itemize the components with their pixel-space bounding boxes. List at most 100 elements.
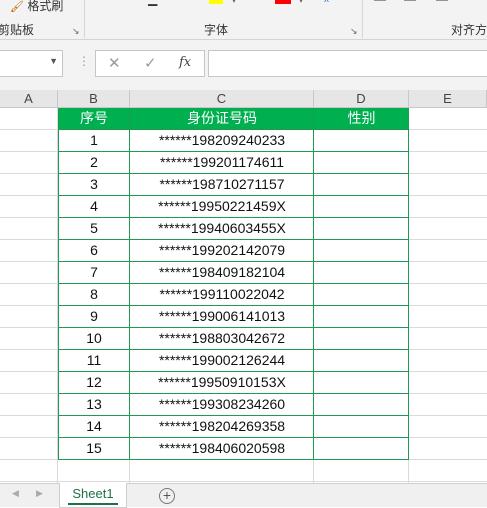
- cell-no[interactable]: 6: [58, 240, 130, 262]
- table-border-horizontal: [58, 217, 409, 218]
- close-icon[interactable]: ✕: [108, 54, 121, 72]
- align-middle-icon[interactable]: —: [404, 0, 416, 6]
- cell-no[interactable]: 14: [58, 416, 130, 438]
- table-border-horizontal: [58, 173, 409, 174]
- column-header-a[interactable]: A: [0, 90, 58, 108]
- header-cell-gender[interactable]: 性别: [314, 108, 409, 130]
- cell-id[interactable]: ******198406020598: [130, 438, 314, 460]
- formula-buttons: ✕ ✓ fx: [95, 50, 205, 77]
- cell-id[interactable]: ******198204269358: [130, 416, 314, 438]
- cell-gender[interactable]: [314, 284, 409, 306]
- cell-gender[interactable]: [314, 350, 409, 372]
- font-group-label: 字体: [204, 23, 229, 37]
- cell-gender[interactable]: [314, 218, 409, 240]
- sheet-tab-label: Sheet1: [72, 486, 114, 501]
- phonetic-icon[interactable]: x: [324, 0, 329, 5]
- insert-function-button[interactable]: fx: [179, 55, 191, 70]
- chevron-down-icon[interactable]: ▼: [49, 56, 58, 66]
- format-painter-button[interactable]: 🖌 格式刷: [10, 0, 63, 14]
- worksheet-grid[interactable]: ABCDE 序号 身份证号码 性别 1 ******198209240233 2 *****…: [0, 90, 487, 483]
- cell-id[interactable]: ******199308234260: [130, 394, 314, 416]
- name-box[interactable]: ▼: [0, 50, 63, 77]
- highlight-color-swatch[interactable]: [209, 0, 223, 4]
- table-border-horizontal: [58, 151, 409, 152]
- cell-gender[interactable]: [314, 328, 409, 350]
- table-border-vertical: [313, 108, 314, 460]
- font-bold-border-icon[interactable]: ▁: [148, 0, 157, 6]
- table-border-horizontal: [58, 349, 409, 350]
- cell-id[interactable]: ******198409182104: [130, 262, 314, 284]
- align-top-icon[interactable]: —: [374, 0, 386, 6]
- cell-gender[interactable]: [314, 196, 409, 218]
- cell-no[interactable]: 1: [58, 130, 130, 152]
- cell-gender[interactable]: [314, 438, 409, 460]
- cell-gender[interactable]: [314, 174, 409, 196]
- cell-gender[interactable]: [314, 416, 409, 438]
- cell-id[interactable]: ******199002126244: [130, 350, 314, 372]
- column-header-d[interactable]: D: [314, 90, 409, 108]
- header-cell-id[interactable]: 身份证号码: [130, 108, 314, 130]
- table-border-horizontal: [58, 305, 409, 306]
- column-header-e[interactable]: E: [409, 90, 487, 108]
- table-border-horizontal: [58, 437, 409, 438]
- align-bottom-icon[interactable]: —: [436, 0, 448, 6]
- cell-id[interactable]: ******198710271157: [130, 174, 314, 196]
- cell-gender[interactable]: [314, 152, 409, 174]
- cell-id[interactable]: ******199202142079: [130, 240, 314, 262]
- font-color-dropdown-icon[interactable]: ▾: [232, 0, 236, 5]
- cell-no[interactable]: 9: [58, 306, 130, 328]
- formula-input[interactable]: [208, 50, 487, 77]
- fx-icon: fx: [179, 55, 192, 70]
- cell-id[interactable]: ******19950221459X: [130, 196, 314, 218]
- column-header-c[interactable]: C: [130, 90, 314, 108]
- scroll-left-icon[interactable]: ◀: [12, 488, 19, 499]
- format-painter-label: 格式刷: [27, 0, 64, 13]
- cell-no[interactable]: 13: [58, 394, 130, 416]
- cell-gender[interactable]: [314, 394, 409, 416]
- font-color-swatch[interactable]: [275, 0, 291, 4]
- dialog-launcher-icon[interactable]: ↘: [350, 27, 359, 36]
- scroll-right-icon[interactable]: ▶: [36, 488, 43, 499]
- cell-id[interactable]: ******199201174611: [130, 152, 314, 174]
- sheet-tab-sheet1[interactable]: Sheet1: [59, 483, 127, 508]
- sheet-tab-bar: ◀ ▶ Sheet1 +: [0, 483, 487, 508]
- cell-no[interactable]: 5: [58, 218, 130, 240]
- table-border-vertical: [408, 108, 409, 460]
- table-border-horizontal: [58, 415, 409, 416]
- cell-no[interactable]: 11: [58, 350, 130, 372]
- table-border-horizontal: [58, 327, 409, 328]
- table-border-horizontal: [58, 459, 409, 460]
- table-border-horizontal: [58, 239, 409, 240]
- cell-no[interactable]: 2: [58, 152, 130, 174]
- cell-id[interactable]: ******19950910153X: [130, 372, 314, 394]
- cell-gender[interactable]: [314, 130, 409, 152]
- cell-id[interactable]: ******198209240233: [130, 130, 314, 152]
- header-cell-no[interactable]: 序号: [58, 108, 130, 130]
- cell-gender[interactable]: [314, 262, 409, 284]
- cell-gender[interactable]: [314, 306, 409, 328]
- cell-no[interactable]: 3: [58, 174, 130, 196]
- brush-icon: 🖌: [10, 1, 24, 13]
- more-options-icon[interactable]: ⋮: [78, 54, 90, 68]
- cell-id[interactable]: ******19940603455X: [130, 218, 314, 240]
- cell-gender[interactable]: [314, 240, 409, 262]
- cell-no[interactable]: 8: [58, 284, 130, 306]
- plus-circle-icon[interactable]: +: [159, 488, 175, 504]
- cell-id[interactable]: ******198803042672: [130, 328, 314, 350]
- check-icon[interactable]: ✓: [144, 54, 157, 72]
- cell-no[interactable]: 12: [58, 372, 130, 394]
- cell-gender[interactable]: [314, 372, 409, 394]
- cell-no[interactable]: 4: [58, 196, 130, 218]
- table-border-horizontal: [58, 283, 409, 284]
- table-border-horizontal: [58, 195, 409, 196]
- table-border-vertical: [58, 108, 59, 460]
- cell-id[interactable]: ******199110022042: [130, 284, 314, 306]
- column-header-b[interactable]: B: [58, 90, 130, 108]
- cell-no[interactable]: 10: [58, 328, 130, 350]
- dialog-launcher-icon[interactable]: ↘: [72, 27, 81, 36]
- font-color-dropdown-icon-2[interactable]: ▾: [299, 0, 303, 5]
- cell-id[interactable]: ******199006141013: [130, 306, 314, 328]
- cell-no[interactable]: 15: [58, 438, 130, 460]
- clipboard-group-label: 剪贴板: [0, 23, 35, 37]
- cell-no[interactable]: 7: [58, 262, 130, 284]
